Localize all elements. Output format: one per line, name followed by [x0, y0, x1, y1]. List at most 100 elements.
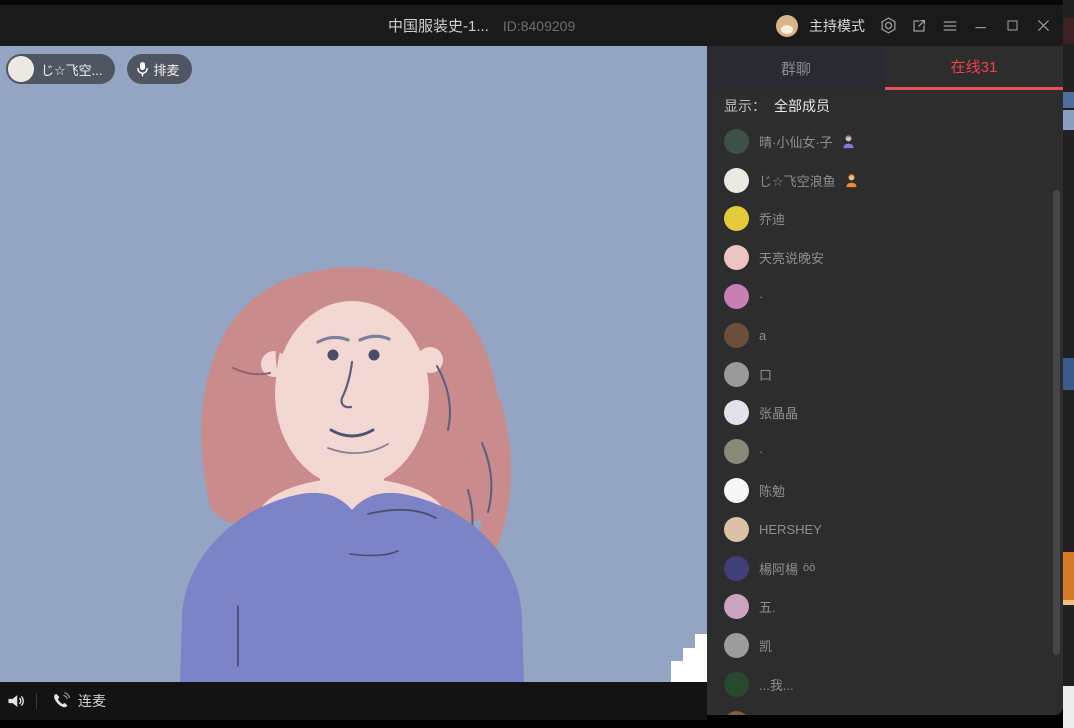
stair-artifact	[683, 648, 695, 682]
side-panel: 群聊 在线31 显示： 全部成员 晴·小仙女·子 じ☆飞空浪鱼	[707, 46, 1063, 715]
member-name: ·	[759, 444, 763, 459]
member-avatar	[724, 245, 749, 270]
desktop-artifact	[1063, 110, 1074, 130]
member-avatar	[724, 362, 749, 387]
streamer-name: じ☆飞空...	[41, 60, 103, 79]
member-name: 凯	[759, 636, 772, 655]
desktop-artifact	[1063, 358, 1074, 390]
desktop-under-panel	[707, 713, 1063, 728]
member-list-item[interactable]: 口	[707, 355, 1063, 394]
member-filter-value[interactable]: 全部成员	[774, 96, 830, 116]
member-name: 乔迪	[759, 209, 785, 228]
divider	[36, 693, 37, 709]
live-class-window: 中国服装史-1... ID:8409209 主持模式	[0, 0, 1063, 728]
member-list-item[interactable]: 陈勉	[707, 471, 1063, 510]
host-mode-label: 主持模式	[809, 16, 865, 36]
member-list-item[interactable]: 凯	[707, 626, 1063, 665]
streamer-avatar	[8, 56, 34, 82]
member-name: 天亮说晚安	[759, 248, 824, 267]
member-avatar	[724, 206, 749, 231]
settings-icon[interactable]	[878, 16, 898, 36]
screen: 中国服装史-1... ID:8409209 主持模式	[0, 0, 1074, 728]
member-list[interactable]: 晴·小仙女·子 じ☆飞空浪鱼 乔迪 天亮说晚安 ·	[707, 122, 1063, 715]
member-name: 五.	[759, 597, 776, 616]
member-name: 张晶晶	[759, 403, 798, 422]
member-name: 陈勉	[759, 481, 785, 500]
member-list-item[interactable]: a	[707, 316, 1063, 355]
connect-call-icon[interactable]	[51, 691, 71, 711]
user-avatar[interactable]	[776, 15, 798, 37]
member-avatar	[724, 284, 749, 309]
member-role-badge-icon	[844, 173, 859, 188]
member-avatar	[724, 556, 749, 581]
speaker-icon[interactable]	[6, 691, 26, 711]
member-avatar	[724, 672, 749, 697]
desktop-artifact	[1063, 552, 1074, 600]
presenter-illustration	[0, 46, 707, 682]
video-stage[interactable]: じ☆飞空... 排麦	[0, 46, 707, 682]
member-name: 楊阿楊	[759, 559, 798, 578]
member-avatar	[724, 168, 749, 193]
microphone-icon	[136, 61, 149, 77]
member-list-item[interactable]: 张晶晶	[707, 394, 1063, 433]
member-avatar	[724, 129, 749, 154]
show-label: 显示：	[724, 96, 766, 116]
popout-icon[interactable]	[909, 16, 929, 36]
member-list-item[interactable]: 楊阿楊 ōō	[707, 549, 1063, 588]
member-list-item[interactable]: じ☆飞空浪鱼	[707, 161, 1063, 200]
tab-group-chat[interactable]: 群聊	[707, 46, 885, 90]
titlebar: 中国服装史-1... ID:8409209 主持模式	[0, 0, 1063, 46]
member-name: 野丫头!!	[759, 714, 805, 715]
member-list-item[interactable]: 晴·小仙女·子	[707, 122, 1063, 161]
queue-mic-label: 排麦	[154, 60, 180, 79]
member-list-item[interactable]: HERSHEY	[707, 510, 1063, 549]
desktop-artifact	[1063, 686, 1074, 728]
member-list-item[interactable]: ...我...	[707, 665, 1063, 704]
member-name: 晴·小仙女·子	[759, 132, 833, 151]
desktop-background	[1063, 0, 1074, 728]
member-name: HERSHEY	[759, 522, 822, 537]
member-name-suffix: ōō	[803, 562, 815, 574]
member-name: じ☆飞空浪鱼	[759, 171, 836, 190]
window-bottom-strip	[0, 720, 707, 728]
member-name: a	[759, 328, 766, 343]
tab-online-members[interactable]: 在线31	[885, 46, 1063, 90]
member-list-item[interactable]: 野丫头!!	[707, 704, 1063, 715]
close-button[interactable]	[1033, 16, 1053, 36]
member-avatar	[724, 633, 749, 658]
member-avatar	[724, 711, 749, 715]
member-filter-row: 显示： 全部成员	[724, 90, 830, 122]
streamer-badge[interactable]: じ☆飞空...	[6, 54, 115, 84]
member-name: 口	[759, 365, 772, 384]
member-avatar	[724, 594, 749, 619]
member-avatar	[724, 517, 749, 542]
member-name: ...我...	[759, 675, 794, 694]
member-avatar	[724, 478, 749, 503]
control-bar: 连麦	[0, 682, 707, 720]
queue-mic-button[interactable]: 排麦	[127, 54, 192, 84]
menu-icon[interactable]	[940, 16, 960, 36]
desktop-artifact	[1063, 600, 1074, 605]
member-avatar	[724, 323, 749, 348]
member-list-item[interactable]: ·	[707, 432, 1063, 471]
maximize-button[interactable]	[1002, 16, 1022, 36]
member-list-item[interactable]: 天亮说晚安	[707, 238, 1063, 277]
member-avatar	[724, 439, 749, 464]
panel-tabs: 群聊 在线31	[707, 46, 1063, 90]
member-role-badge-icon	[841, 134, 856, 149]
desktop-artifact	[1063, 92, 1074, 108]
member-list-item[interactable]: 乔迪	[707, 200, 1063, 239]
desktop-artifact	[1063, 18, 1074, 44]
minimize-button[interactable]	[971, 16, 991, 36]
connect-mic-label: 连麦	[78, 691, 106, 711]
member-avatar	[724, 400, 749, 425]
stair-artifact	[695, 634, 707, 682]
stair-artifact	[671, 661, 683, 682]
member-list-item[interactable]: 五.	[707, 588, 1063, 627]
room-id: ID:8409209	[503, 18, 575, 34]
window-title: 中国服装史-1...	[388, 15, 489, 36]
scrollbar-thumb[interactable]	[1053, 190, 1060, 655]
member-name: ·	[759, 289, 763, 304]
title-group: 中国服装史-1... ID:8409209	[388, 5, 575, 46]
member-list-item[interactable]: ·	[707, 277, 1063, 316]
